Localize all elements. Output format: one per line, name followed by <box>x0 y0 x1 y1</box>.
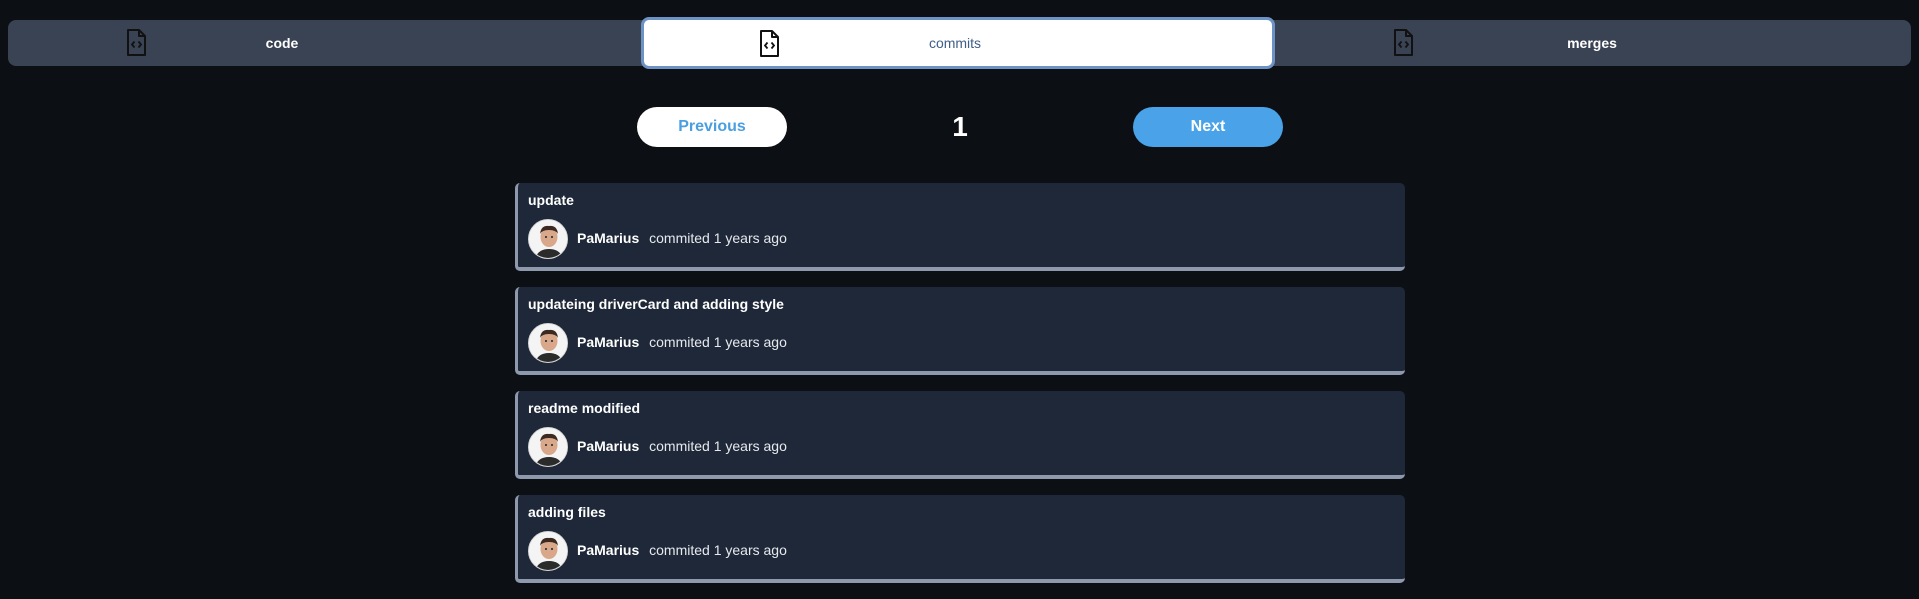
commit-card[interactable]: readme modified PaMarius commited 1 year… <box>515 391 1405 479</box>
previous-button[interactable]: Previous <box>637 107 787 147</box>
commit-title: updateing driverCard and adding style <box>528 296 784 312</box>
tab-code[interactable]: code <box>8 20 642 66</box>
commit-time: commited 1 years ago <box>649 230 787 246</box>
page-number: 1 <box>952 111 968 142</box>
avatar <box>528 323 568 363</box>
commit-card[interactable]: adding files PaMarius commited 1 years a… <box>515 495 1405 583</box>
commit-title: update <box>528 192 574 208</box>
tab-merges-label: merges <box>1567 35 1617 51</box>
commit-title: adding files <box>528 504 606 520</box>
tab-merges[interactable]: merges <box>1274 20 1908 66</box>
next-button[interactable]: Next <box>1133 107 1283 147</box>
user-avatar-icon <box>529 324 567 362</box>
user-avatar-icon <box>529 220 567 258</box>
user-avatar-icon <box>529 428 567 466</box>
commit-author[interactable]: PaMarius <box>577 230 639 246</box>
commit-author[interactable]: PaMarius <box>577 334 639 350</box>
repo-tab-bar: code commits merges <box>8 17 1911 69</box>
pagination: Previous 1 Next <box>0 107 1919 147</box>
commit-author[interactable]: PaMarius <box>577 438 639 454</box>
avatar <box>528 427 568 467</box>
commit-time: commited 1 years ago <box>649 438 787 454</box>
commit-meta: PaMarius commited 1 years ago <box>577 230 787 246</box>
commit-title: readme modified <box>528 400 641 416</box>
commit-meta: PaMarius commited 1 years ago <box>577 542 787 558</box>
commit-meta: PaMarius commited 1 years ago <box>577 334 787 350</box>
commit-list: update PaMarius commited 1 years ago upd… <box>515 183 1405 599</box>
tab-commits[interactable]: commits <box>641 17 1275 69</box>
avatar <box>528 531 568 571</box>
avatar <box>528 219 568 259</box>
user-avatar-icon <box>529 532 567 570</box>
tab-commits-label: commits <box>928 35 982 51</box>
commit-card[interactable]: update PaMarius commited 1 years ago <box>515 183 1405 271</box>
commit-meta: PaMarius commited 1 years ago <box>577 438 787 454</box>
commit-time: commited 1 years ago <box>649 542 787 558</box>
tab-code-label: code <box>265 35 299 51</box>
commit-card[interactable]: updateing driverCard and adding style Pa… <box>515 287 1405 375</box>
commit-time: commited 1 years ago <box>649 334 787 350</box>
commit-author[interactable]: PaMarius <box>577 542 639 558</box>
